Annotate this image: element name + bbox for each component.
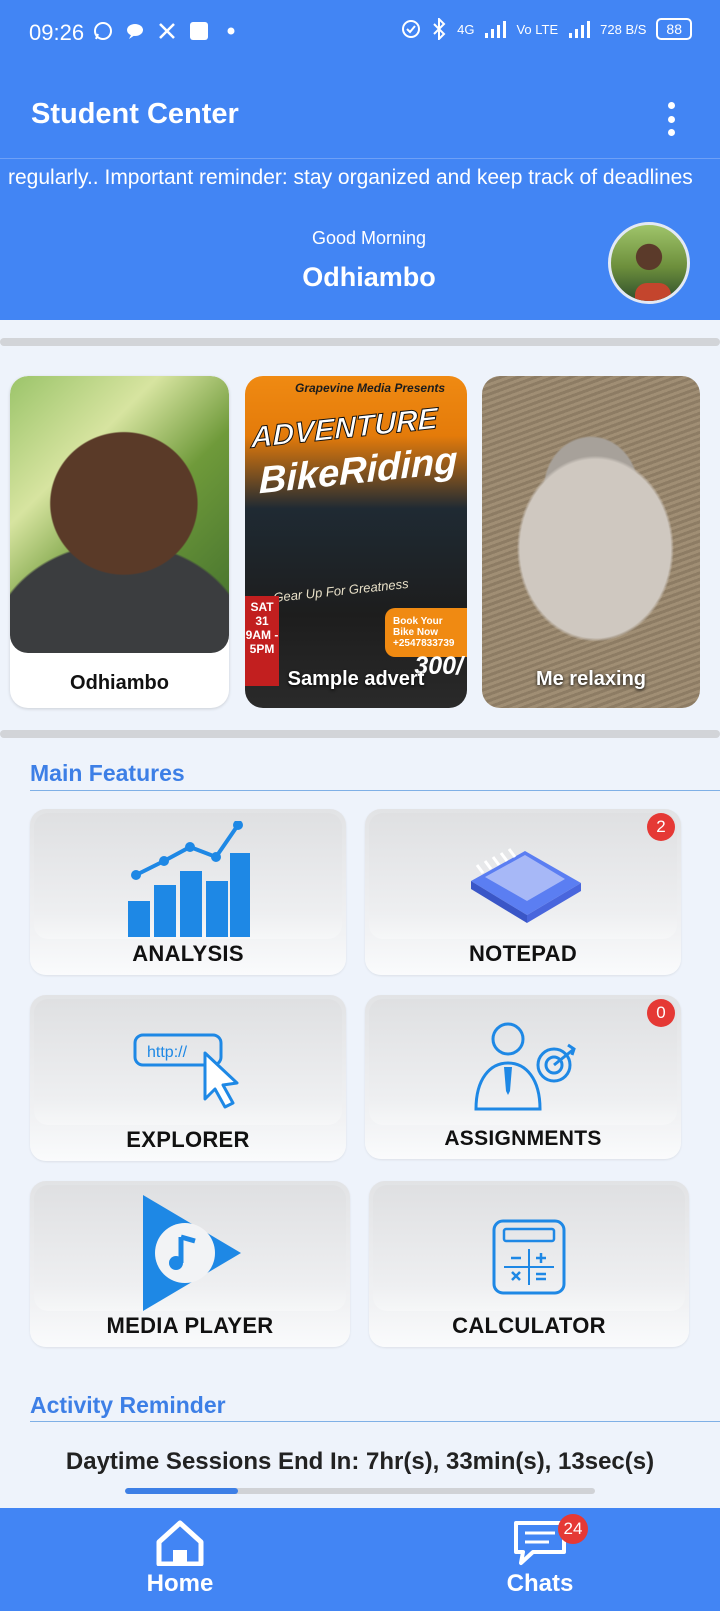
notepad-badge: 2 bbox=[647, 813, 675, 841]
ticker-text: regularly.. Important reminder: stay org… bbox=[8, 166, 693, 189]
poster-tagline: Gear Up For Greatness bbox=[272, 575, 410, 606]
session-progress-bar bbox=[125, 1488, 595, 1494]
feature-assignments-button[interactable]: ASSIGNMENTS 0 bbox=[365, 995, 681, 1159]
story-label: Sample advert bbox=[287, 668, 425, 690]
chat-bubble-icon bbox=[124, 20, 146, 42]
feature-analysis-button[interactable]: ANALYSIS bbox=[30, 809, 346, 975]
nav-chats[interactable]: 24 Chats bbox=[440, 1508, 640, 1611]
feature-label: CALCULATOR bbox=[452, 1313, 606, 1338]
story-card-profile[interactable]: Odhiambo bbox=[10, 376, 229, 708]
avatar[interactable] bbox=[608, 222, 690, 304]
calculator-icon bbox=[492, 1219, 566, 1295]
story-label: Me relaxing bbox=[535, 668, 647, 690]
bottom-navigation: Home 24 Chats bbox=[0, 1508, 720, 1611]
nav-chats-label: Chats bbox=[506, 1570, 574, 1597]
square-app-icon bbox=[188, 20, 210, 42]
chats-badge: 24 bbox=[558, 1514, 588, 1544]
status-bar: 09:26 4G Vo LTE 728 B/S 88 bbox=[0, 0, 720, 66]
story-card-kitten[interactable]: Me relaxing bbox=[482, 376, 700, 708]
divider bbox=[0, 730, 720, 738]
notepad-icon bbox=[471, 848, 581, 923]
home-icon bbox=[156, 1520, 204, 1566]
feature-explorer-button[interactable]: http:// EXPLORER bbox=[30, 995, 346, 1161]
story-photo bbox=[10, 376, 229, 653]
status-time: 09:26 bbox=[29, 20, 85, 45]
story-label: Odhiambo bbox=[70, 672, 169, 694]
feature-label: ASSIGNMENTS bbox=[444, 1127, 602, 1150]
svg-text:http://: http:// bbox=[147, 1044, 188, 1061]
network-type: 4G bbox=[457, 21, 475, 37]
whatsapp-icon bbox=[92, 20, 114, 42]
session-timer-text: Daytime Sessions End In: 7hr(s), 33min(s… bbox=[65, 1448, 655, 1475]
nav-home[interactable]: Home bbox=[80, 1508, 280, 1611]
music-play-icon bbox=[143, 1195, 241, 1311]
divider bbox=[0, 338, 720, 346]
session-progress-fill bbox=[125, 1488, 238, 1494]
signal-icon bbox=[485, 21, 507, 38]
browser-icon: http:// bbox=[133, 1033, 239, 1109]
section-title-main-features: Main Features bbox=[30, 760, 185, 786]
section-underline bbox=[30, 790, 720, 791]
more-options-icon[interactable] bbox=[666, 102, 676, 136]
feature-calculator-button[interactable]: CALCULATOR bbox=[369, 1181, 689, 1347]
feature-label: NOTEPAD bbox=[468, 941, 578, 966]
assignments-badge: 0 bbox=[647, 999, 675, 1027]
battery-icon: 88 bbox=[656, 18, 692, 40]
app-title: Student Center bbox=[31, 98, 239, 130]
bar-chart-icon bbox=[128, 821, 250, 937]
section-title-activity: Activity Reminder bbox=[30, 1392, 226, 1418]
dot-icon bbox=[220, 20, 242, 42]
story-card-advert[interactable]: Grapevine Media Presents ADVENTURE BikeR… bbox=[245, 376, 467, 708]
network-speed: 728 B/S bbox=[600, 21, 647, 37]
poster-presenter: Grapevine Media Presents bbox=[295, 381, 446, 395]
volte-label: Vo LTE bbox=[516, 21, 559, 37]
feature-notepad-button[interactable]: NOTEPAD 2 bbox=[365, 809, 681, 975]
notification-icons bbox=[92, 20, 242, 42]
poster-booking: Book Your Bike Now +2547833739 bbox=[385, 608, 467, 657]
announcement-ticker: regularly.. Important reminder: stay org… bbox=[0, 158, 720, 202]
system-icons: 4G Vo LTE 728 B/S 88 bbox=[401, 18, 692, 40]
nav-home-label: Home bbox=[146, 1570, 214, 1597]
bluetooth-icon bbox=[433, 18, 446, 40]
x-icon bbox=[156, 20, 178, 42]
signal-icon-2 bbox=[569, 21, 591, 38]
feature-label: MEDIA PLAYER bbox=[106, 1313, 274, 1338]
app-bar: Student Center bbox=[0, 66, 720, 158]
feature-media-player-button[interactable]: MEDIA PLAYER bbox=[30, 1181, 350, 1347]
section-underline bbox=[30, 1421, 720, 1422]
target-person-icon bbox=[474, 1022, 576, 1111]
greeting-header: Good Morning Odhiambo bbox=[0, 202, 720, 320]
alarm-icon bbox=[402, 20, 421, 38]
feature-label: EXPLORER bbox=[126, 1127, 250, 1152]
feature-label: ANALYSIS bbox=[132, 941, 244, 966]
